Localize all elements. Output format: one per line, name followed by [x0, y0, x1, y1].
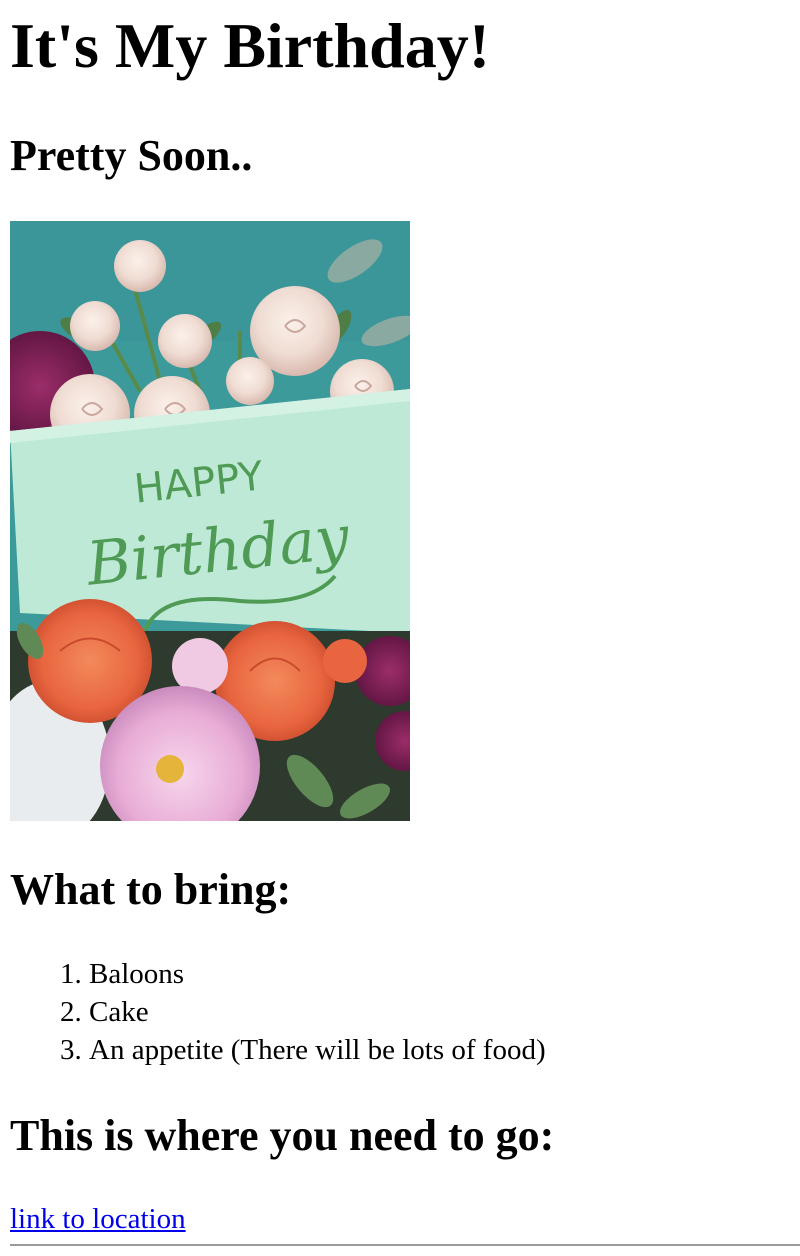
- list-item: Baloons: [89, 955, 546, 993]
- bring-heading: What to bring:: [10, 865, 292, 914]
- bring-list: Baloons Cake An appetite (There will be …: [10, 955, 546, 1069]
- birthday-card-photo: HAPPY Birthday: [10, 221, 410, 821]
- list-item: An appetite (There will be lots of food): [89, 1031, 546, 1069]
- divider: [10, 1244, 800, 1246]
- page-subtitle: Pretty Soon..: [10, 131, 253, 180]
- location-link[interactable]: link to location: [10, 1201, 186, 1237]
- list-item: Cake: [89, 993, 546, 1031]
- location-heading: This is where you need to go:: [10, 1111, 555, 1160]
- page-title: It's My Birthday!: [10, 10, 490, 81]
